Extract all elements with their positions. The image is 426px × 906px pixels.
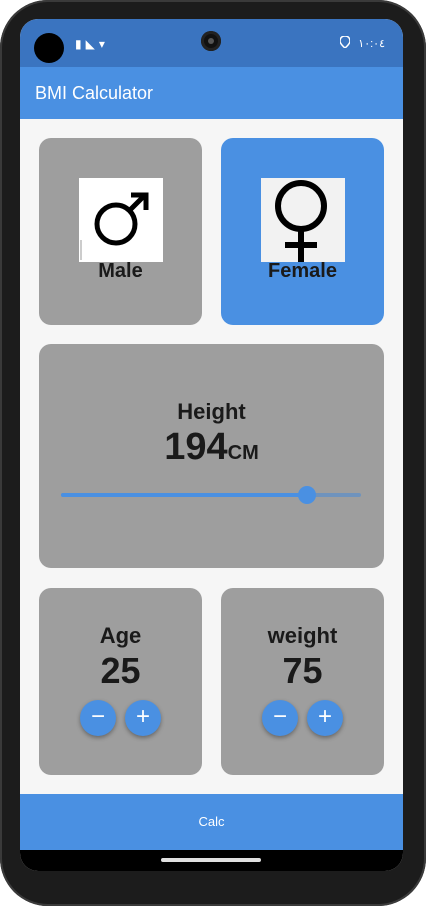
camera-lens [208, 38, 214, 44]
female-symbol-svg [261, 178, 345, 262]
height-label: Height [177, 399, 246, 424]
male-symbol-svg [80, 192, 149, 260]
female-label: Female [268, 260, 337, 282]
female-symbol-icon [261, 178, 345, 262]
nav-bar [20, 850, 403, 871]
clock: ١٠:٠٤ [358, 38, 385, 50]
age-card: Age 25 − + [39, 588, 202, 775]
status-icons: ▮◣▾ [75, 37, 109, 51]
front-camera [201, 31, 221, 51]
weight-card: weight 75 − + [221, 588, 384, 775]
height-card: Height 194CM [39, 344, 384, 568]
home-indicator[interactable] [161, 858, 261, 862]
weight-value: 75 [282, 650, 323, 691]
calc-button[interactable]: Calc [20, 794, 403, 850]
height-unit: CM [227, 442, 259, 464]
age-plus-button[interactable]: + [125, 700, 161, 736]
height-value-row: 194CM [39, 426, 384, 469]
male-symbol-icon [79, 178, 163, 262]
male-card[interactable]: Male [39, 138, 202, 325]
height-value: 194 [164, 426, 228, 468]
weight-plus-button[interactable]: + [307, 700, 343, 736]
slider-thumb[interactable] [298, 486, 316, 504]
app-title: BMI Calculator [35, 83, 154, 103]
weight-label: weight [267, 623, 338, 648]
weight-minus-button[interactable]: − [262, 700, 298, 736]
app-bar: BMI Calculator [20, 67, 403, 119]
height-slider[interactable] [61, 486, 361, 504]
notification-avatar-icon [34, 33, 64, 63]
screen: ▮◣▾ ١٠:٠٤ BMI Calculator Male Female Hei… [20, 19, 403, 871]
status-right: ١٠:٠٤ [339, 35, 385, 51]
age-minus-button[interactable]: − [80, 700, 116, 736]
slider-fill [61, 493, 307, 497]
female-card[interactable]: Female [221, 138, 384, 325]
phone-frame: ▮◣▾ ١٠:٠٤ BMI Calculator Male Female Hei… [0, 0, 426, 906]
male-label: Male [98, 260, 143, 282]
age-value: 25 [100, 650, 141, 691]
location-icon [339, 35, 352, 51]
status-bar: ▮◣▾ ١٠:٠٤ [20, 19, 403, 67]
age-label: Age [99, 623, 142, 648]
